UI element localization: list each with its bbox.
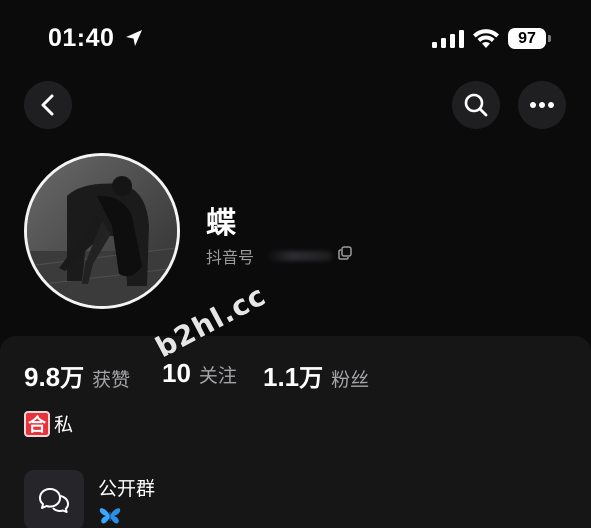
following-label: 关注 xyxy=(198,365,237,387)
more-dots-icon xyxy=(530,102,554,108)
he-badge-icon: 合 xyxy=(24,410,50,437)
back-chevron-icon xyxy=(41,94,54,116)
group-chat-button[interactable] xyxy=(24,470,84,528)
avatar-photo xyxy=(27,156,177,306)
likes-label: 获赞 xyxy=(92,369,131,391)
followers-count: 1.1 xyxy=(263,362,300,392)
followers-label: 粉丝 xyxy=(331,369,370,391)
battery-icon: 97 xyxy=(508,28,546,49)
chat-bubbles-icon xyxy=(39,488,69,513)
bio: 合 私 xyxy=(24,410,73,437)
butterfly-icon xyxy=(99,508,121,524)
search-button[interactable] xyxy=(452,81,500,129)
wifi-icon xyxy=(473,29,499,48)
likes-count: 9.8 xyxy=(24,362,61,392)
bio-text: 私 xyxy=(54,414,74,436)
stat-following[interactable]: 10 关注 xyxy=(162,358,237,389)
following-count: 10 xyxy=(162,358,191,388)
profile-screen: 01:40 97 蝶 抖音号 9.8 万 获赞 10 关注 1.1 万 粉丝 b… xyxy=(0,0,591,528)
signal-icon xyxy=(432,30,464,48)
followers-unit: 万 xyxy=(299,364,324,392)
douyin-id-label: 抖音号 xyxy=(206,248,255,267)
more-button[interactable] xyxy=(518,81,566,129)
status-time: 01:40 xyxy=(48,24,115,52)
nickname: 蝶 xyxy=(206,206,236,241)
location-arrow-icon xyxy=(126,30,142,46)
back-button[interactable] xyxy=(24,81,72,129)
douyin-id-value-blurred xyxy=(266,251,332,261)
stat-likes[interactable]: 9.8 万 获赞 xyxy=(24,358,130,393)
avatar[interactable] xyxy=(24,153,180,309)
stat-followers[interactable]: 1.1 万 粉丝 xyxy=(263,358,369,393)
battery-cap xyxy=(548,35,551,42)
group-title[interactable]: 公开群 xyxy=(98,474,155,501)
search-icon xyxy=(464,93,488,117)
copy-icon[interactable] xyxy=(338,246,352,260)
likes-unit: 万 xyxy=(60,364,85,392)
